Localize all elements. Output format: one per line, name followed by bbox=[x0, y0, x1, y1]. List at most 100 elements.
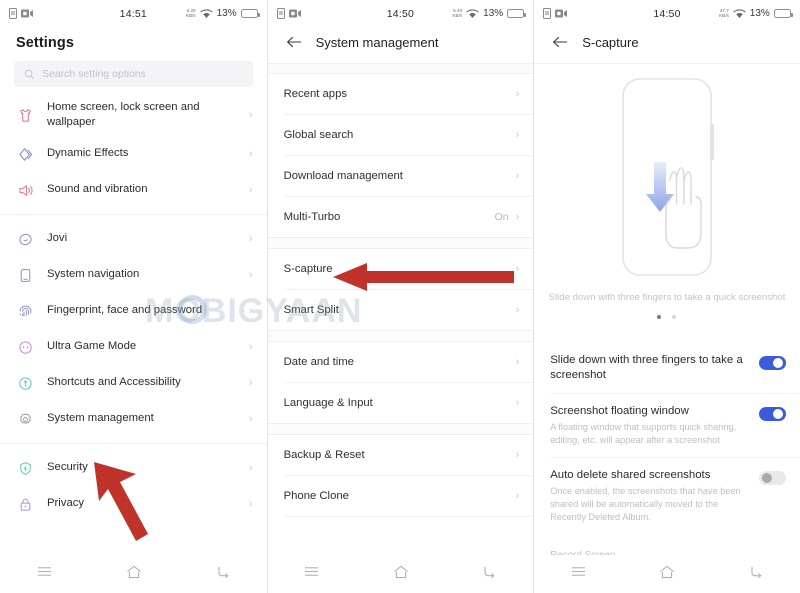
sidebar-item-shortcuts-accessibility[interactable]: Shortcuts and Accessibility › bbox=[0, 365, 267, 401]
chevron-right-icon: › bbox=[515, 397, 520, 409]
wallpaper-icon bbox=[16, 106, 34, 124]
sidebar-item-dynamic-effects[interactable]: Dynamic Effects › bbox=[0, 136, 267, 172]
back-icon[interactable] bbox=[749, 565, 763, 584]
toggle-screenshot-floating-window[interactable] bbox=[758, 407, 786, 422]
sidebar-item-sound-vibration[interactable]: Sound and vibration › bbox=[0, 172, 267, 208]
menu-item-value: On bbox=[494, 211, 509, 223]
setting-title: Auto delete shared screenshots bbox=[550, 468, 711, 481]
recents-menu-icon[interactable] bbox=[37, 565, 52, 583]
sidebar-item-ultra-game-mode[interactable]: Ultra Game Mode › bbox=[0, 329, 267, 365]
chevron-right-icon: › bbox=[515, 88, 520, 100]
status-right-icons: 47.7 KB/s 13% bbox=[719, 8, 793, 19]
section-spacer bbox=[267, 63, 534, 74]
panel-s-capture: 14:50 47.7 KB/s 13% S-capture Slide down… bbox=[533, 0, 800, 593]
setting-slide-three-fingers[interactable]: Slide down with three fingers to take a … bbox=[534, 343, 800, 393]
sidebar-item-label: Dynamic Effects bbox=[47, 147, 129, 160]
sidebar-item-home-screen[interactable]: Home screen, lock screen and wallpaper › bbox=[0, 94, 267, 136]
sidebar-item-security[interactable]: Security › bbox=[0, 450, 267, 486]
setting-screenshot-floating-window[interactable]: Screenshot floating window A floating wi… bbox=[534, 394, 800, 457]
sidebar-item-label: Ultra Game Mode bbox=[47, 340, 137, 353]
menu-item-backup-reset[interactable]: Backup & Reset › bbox=[268, 435, 534, 475]
three-finger-swipe-illustration bbox=[534, 63, 800, 288]
recents-menu-icon[interactable] bbox=[304, 565, 319, 583]
chevron-right-icon: › bbox=[248, 413, 253, 425]
menu-item-multi-turbo[interactable]: Multi-Turbo On › bbox=[268, 197, 534, 237]
toggle-knob bbox=[761, 472, 772, 483]
sidebar-item-label: System management bbox=[47, 412, 154, 425]
setting-text: Screenshot floating window A floating wi… bbox=[550, 404, 749, 447]
navigation-icon bbox=[16, 266, 34, 284]
sidebar-item-fingerprint[interactable]: Fingerprint, face and password › bbox=[0, 293, 267, 329]
search-input[interactable]: Search setting options bbox=[14, 61, 253, 87]
section-spacer bbox=[267, 237, 534, 249]
back-arrow-icon[interactable] bbox=[552, 34, 568, 50]
three-panel-screenshot: 14:51 0.20 KB/s 13% Settings Search sett… bbox=[0, 0, 800, 593]
sidebar-item-jovi[interactable]: Jovi › bbox=[0, 221, 267, 257]
illustration-caption: Slide down with three fingers to take a … bbox=[548, 292, 786, 303]
sidebar-item-label: Sound and vibration bbox=[47, 183, 148, 196]
menu-item-download-management[interactable]: Download management › bbox=[268, 156, 534, 196]
search-icon bbox=[24, 69, 35, 79]
battery-percent: 13% bbox=[216, 8, 237, 19]
page-title: Settings bbox=[16, 35, 74, 51]
page-indicator[interactable] bbox=[534, 303, 800, 319]
page-title: S-capture bbox=[582, 34, 639, 50]
page-header-2: System management bbox=[268, 27, 534, 63]
menu-item-recent-apps[interactable]: Recent apps › bbox=[268, 74, 534, 114]
chevron-right-icon: › bbox=[248, 377, 253, 389]
status-bar-2: 14:50 5.40 KB/s 13% bbox=[268, 0, 534, 27]
video-recording-icon bbox=[288, 9, 301, 18]
menu-item-label: Smart Split bbox=[283, 304, 339, 316]
toggle-knob bbox=[772, 409, 783, 420]
menu-item-s-capture[interactable]: S-capture › bbox=[268, 249, 534, 289]
home-icon[interactable] bbox=[393, 565, 409, 584]
chevron-right-icon: › bbox=[515, 356, 520, 368]
fingerprint-icon bbox=[16, 302, 34, 320]
menu-group-2: S-capture › Smart Split › bbox=[268, 249, 534, 330]
chevron-right-icon: › bbox=[248, 305, 253, 317]
toggle-slide-three-fingers[interactable] bbox=[758, 356, 786, 370]
sidebar-item-label: Home screen, lock screen and wallpaper bbox=[47, 100, 200, 128]
recents-menu-icon[interactable] bbox=[571, 565, 586, 583]
setting-title: Screenshot floating window bbox=[550, 405, 689, 418]
panel-system-management: 14:50 5.40 KB/s 13% System management Re… bbox=[266, 0, 534, 593]
panel-settings: 14:51 0.20 KB/s 13% Settings Search sett… bbox=[0, 0, 267, 593]
wifi-icon bbox=[733, 8, 746, 18]
home-icon[interactable] bbox=[659, 565, 675, 584]
menu-item-date-and-time[interactable]: Date and time › bbox=[268, 342, 534, 382]
toggle-auto-delete-shared-screenshots[interactable] bbox=[758, 470, 786, 485]
setting-text: Auto delete shared screenshots Once enab… bbox=[550, 468, 749, 524]
sidebar-item-label: Privacy bbox=[47, 497, 85, 510]
setting-subtitle: Once enabled, the screenshots that have … bbox=[550, 485, 741, 522]
home-icon[interactable] bbox=[126, 565, 142, 584]
menu-group-3: Date and time › Language & Input › bbox=[268, 342, 534, 423]
toggle-knob bbox=[772, 358, 783, 368]
chevron-right-icon: › bbox=[515, 449, 520, 461]
back-icon[interactable] bbox=[216, 565, 230, 584]
bottom-nav-2 bbox=[267, 555, 534, 593]
bottom-nav-3 bbox=[534, 555, 800, 593]
setting-auto-delete-shared-screenshots[interactable]: Auto delete shared screenshots Once enab… bbox=[534, 458, 800, 534]
menu-item-language-input[interactable]: Language & Input › bbox=[268, 383, 534, 423]
video-recording-icon bbox=[21, 9, 33, 18]
menu-item-smart-split[interactable]: Smart Split › bbox=[268, 290, 534, 330]
back-arrow-icon[interactable] bbox=[286, 34, 302, 50]
sidebar-item-privacy[interactable]: Privacy › bbox=[0, 486, 267, 522]
shortcuts-icon bbox=[16, 374, 34, 392]
menu-group-1: Recent apps › Global search › Download m… bbox=[268, 74, 534, 237]
data-rate-icon: 0.20 KB/s bbox=[185, 7, 196, 18]
chevron-right-icon: › bbox=[515, 490, 520, 502]
menu-item-label: Recent apps bbox=[283, 88, 348, 100]
dynamic-effects-icon bbox=[16, 145, 34, 163]
data-rate-icon: 5.40 KB/s bbox=[452, 7, 463, 18]
chevron-right-icon: › bbox=[515, 129, 520, 141]
sidebar-item-system-navigation[interactable]: System navigation › bbox=[0, 257, 267, 293]
back-icon[interactable] bbox=[482, 565, 496, 584]
sidebar-item-system-management[interactable]: System management › bbox=[0, 401, 267, 437]
wifi-icon bbox=[199, 8, 213, 18]
sidebar-item-label: Fingerprint, face and password bbox=[47, 304, 203, 317]
menu-item-global-search[interactable]: Global search › bbox=[268, 115, 534, 155]
chevron-right-icon: › bbox=[515, 263, 520, 275]
sidebar-item-label: Shortcuts and Accessibility bbox=[47, 376, 181, 389]
menu-item-phone-clone[interactable]: Phone Clone › bbox=[268, 476, 534, 516]
